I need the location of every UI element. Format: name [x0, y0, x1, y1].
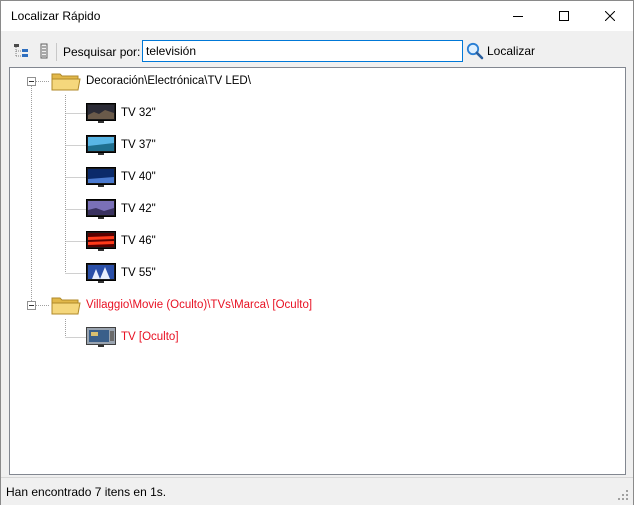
group-expander[interactable] [27, 77, 36, 86]
tree-item-node[interactable]: TV 55" [86, 261, 156, 285]
tree-item-node[interactable]: TV 40" [86, 165, 156, 189]
tv-thumbnail-icon [86, 263, 116, 283]
maximize-button[interactable] [541, 1, 587, 31]
item-label: TV 40" [121, 171, 156, 183]
tv-thumbnail-icon [86, 167, 116, 187]
close-icon [605, 11, 615, 21]
group-expander[interactable] [27, 301, 36, 310]
item-label: TV 46" [121, 235, 156, 247]
item-label: TV 42" [121, 203, 156, 215]
group-label: Villaggio\Movie (Oculto)\TVs\Marca\ [Ocu… [86, 299, 313, 311]
folder-icon [51, 297, 81, 315]
tv-thumbnail-icon [86, 199, 116, 219]
search-input[interactable] [142, 40, 463, 62]
item-label: TV [Oculto] [121, 331, 179, 343]
results-tree[interactable]: Decoración\Electrónica\TV LED\ TV 32" TV… [9, 67, 626, 475]
tree-item-node[interactable]: TV 46" [86, 229, 156, 253]
tv-set-thumbnail-icon [86, 327, 116, 347]
status-text: Han encontrado 7 itens en 1s. [6, 485, 167, 499]
tree-item-node[interactable]: TV 42" [86, 197, 156, 221]
folder-icon [51, 73, 81, 91]
toolbar-separator [56, 43, 57, 61]
magnifier-icon [466, 42, 484, 60]
expand-all-icon[interactable] [13, 43, 29, 59]
group-label: Decoración\Electrónica\TV LED\ [86, 75, 251, 87]
collapse-all-icon[interactable] [37, 43, 53, 59]
status-bar: Han encontrado 7 itens en 1s. [1, 477, 633, 505]
window-title: Localizar Rápido [11, 9, 101, 23]
tree-group-node[interactable]: Villaggio\Movie (Oculto)\TVs\Marca\ [Ocu… [50, 293, 312, 317]
resize-grip-icon[interactable] [617, 489, 629, 501]
search-label: Pesquisar por: [63, 45, 141, 59]
maximize-icon [559, 11, 569, 21]
title-bar[interactable]: Localizar Rápido [1, 1, 633, 31]
item-label: TV 37" [121, 139, 156, 151]
tree-item-node[interactable]: TV 37" [86, 133, 156, 157]
minimize-icon [513, 16, 523, 17]
minimize-button[interactable] [495, 1, 541, 31]
close-button[interactable] [587, 1, 633, 31]
tv-thumbnail-icon [86, 103, 116, 123]
toolbar: Pesquisar por: Localizar [1, 39, 633, 65]
item-label: TV 55" [121, 267, 156, 279]
find-button[interactable]: Localizar [466, 41, 535, 61]
quick-find-window: Localizar Rápido Pesquisar por: televisi… [0, 0, 634, 505]
tv-thumbnail-icon [86, 231, 116, 251]
tree-item-node[interactable]: TV 32" [86, 101, 156, 125]
tree-group-node[interactable]: Decoración\Electrónica\TV LED\ [50, 69, 251, 93]
tree-item-node[interactable]: TV [Oculto] [86, 325, 179, 349]
tv-thumbnail-icon [86, 135, 116, 155]
find-button-label: Localizar [487, 44, 536, 58]
item-label: TV 32" [121, 107, 156, 119]
